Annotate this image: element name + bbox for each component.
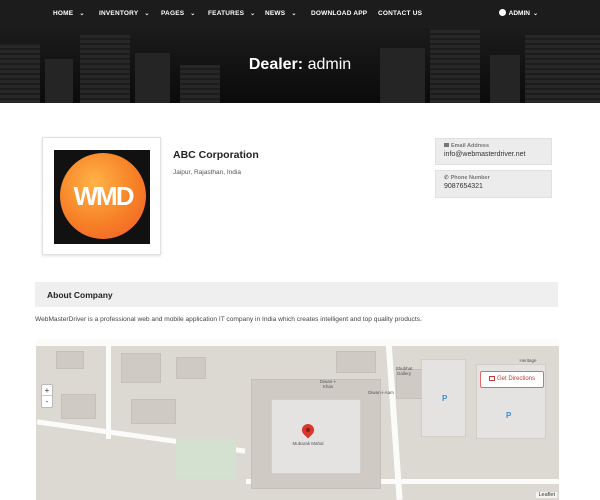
envelope-icon <box>444 143 449 147</box>
chevron-down-icon: ⌄ <box>250 11 256 17</box>
nav-news[interactable]: NEWS ⌄ <box>265 0 297 28</box>
nav-inventory-label: INVENTORY <box>99 10 139 17</box>
get-directions-label: Get Directions <box>496 376 535 382</box>
nav-download-app[interactable]: DOWNLOAD APP <box>311 0 367 28</box>
phone-label: Phone Number <box>450 175 490 181</box>
map-label: Mubarak Mahal <box>292 441 324 446</box>
page-title-prefix: Dealer: <box>248 56 304 73</box>
user-icon <box>498 9 506 16</box>
phone-icon: ✆ <box>444 175 449 181</box>
nav-features[interactable]: FEATURES ⌄ <box>208 0 255 28</box>
map-building <box>131 399 176 424</box>
get-directions-button[interactable]: Get Directions <box>480 371 544 388</box>
nav-features-label: FEATURES <box>208 10 245 17</box>
map-label: Shubhat Gallery <box>395 366 413 376</box>
page-title-name: admin <box>307 56 352 73</box>
map-building <box>61 394 96 419</box>
map-icon <box>488 376 495 381</box>
chevron-down-icon: ⌄ <box>190 11 196 17</box>
map-road <box>36 339 559 346</box>
phone-box: ✆ Phone Number 9087654321 <box>435 170 552 198</box>
nav-pages-label: PAGES <box>161 10 185 17</box>
map-road <box>385 339 403 500</box>
email-value[interactable]: info@webmasterdriver.net <box>444 151 543 158</box>
map-building <box>176 357 206 379</box>
chevron-down-icon: ⌄ <box>79 11 85 17</box>
map-label: Heritage <box>519 358 537 363</box>
company-location: Jaipur, Rajasthan, India <box>173 169 241 176</box>
nav-pages[interactable]: PAGES ⌄ <box>161 0 196 28</box>
chevron-down-icon: ⌄ <box>144 11 150 17</box>
map-building <box>336 351 376 373</box>
email-label-row: Email Address <box>444 143 543 149</box>
admin-menu[interactable]: ADMIN ⌄ <box>498 0 538 28</box>
phone-value[interactable]: 9087654321 <box>444 183 543 190</box>
email-label: Email Address <box>451 143 490 149</box>
nav-home[interactable]: HOME ⌄ <box>53 0 85 28</box>
nav-home-label: HOME <box>53 10 74 17</box>
map-building <box>121 353 161 383</box>
about-text: WebMasterDriver is a professional web an… <box>35 316 422 323</box>
top-navigation: HOME ⌄ INVENTORY ⌄ PAGES ⌄ FEATURES ⌄ NEWS ⌄ … <box>0 0 600 28</box>
phone-label-row: ✆ Phone Number <box>444 175 543 181</box>
about-header: About Company <box>35 282 558 307</box>
nav-contact-us[interactable]: CONTACT US <box>378 0 422 28</box>
nav-news-label: NEWS <box>265 10 286 17</box>
map-courtyard <box>271 399 361 474</box>
zoom-out-button[interactable]: - <box>42 396 52 407</box>
map-road <box>106 339 111 439</box>
parking-icon: P <box>442 394 448 403</box>
chevron-down-icon: ⌄ <box>291 11 297 17</box>
map-building <box>56 351 84 369</box>
nav-contact-us-label: CONTACT US <box>378 10 423 17</box>
map-park <box>176 439 236 479</box>
chevron-down-icon: ⌄ <box>532 11 538 17</box>
nav-inventory[interactable]: INVENTORY ⌄ <box>99 0 150 28</box>
logo-text: WMD <box>73 181 135 211</box>
nav-download-app-label: DOWNLOAD APP <box>311 10 368 17</box>
location-map[interactable]: P P Diwan-i-Khas Shubhat Gallery Diwan-i… <box>36 339 559 500</box>
zoom-in-button[interactable]: + <box>42 385 52 396</box>
email-box: Email Address info@webmasterdriver.net <box>435 138 552 165</box>
map-label: Diwan-i-Khas <box>319 379 337 389</box>
hero-banner: Dealer: admin <box>0 28 600 103</box>
map-label: Diwan-i-Aam <box>368 390 394 395</box>
zoom-control: + - <box>41 384 53 408</box>
map-attribution[interactable]: Leaflet <box>536 492 557 498</box>
dealer-logo: WMD <box>54 150 150 244</box>
admin-label: ADMIN <box>508 10 530 17</box>
page-title: Dealer: admin <box>0 56 600 74</box>
about-title: About Company <box>47 290 113 300</box>
logo-circle: WMD <box>60 153 146 239</box>
parking-icon: P <box>506 411 512 420</box>
company-name: ABC Corporation <box>173 149 259 161</box>
dealer-logo-card: WMD <box>42 137 161 255</box>
